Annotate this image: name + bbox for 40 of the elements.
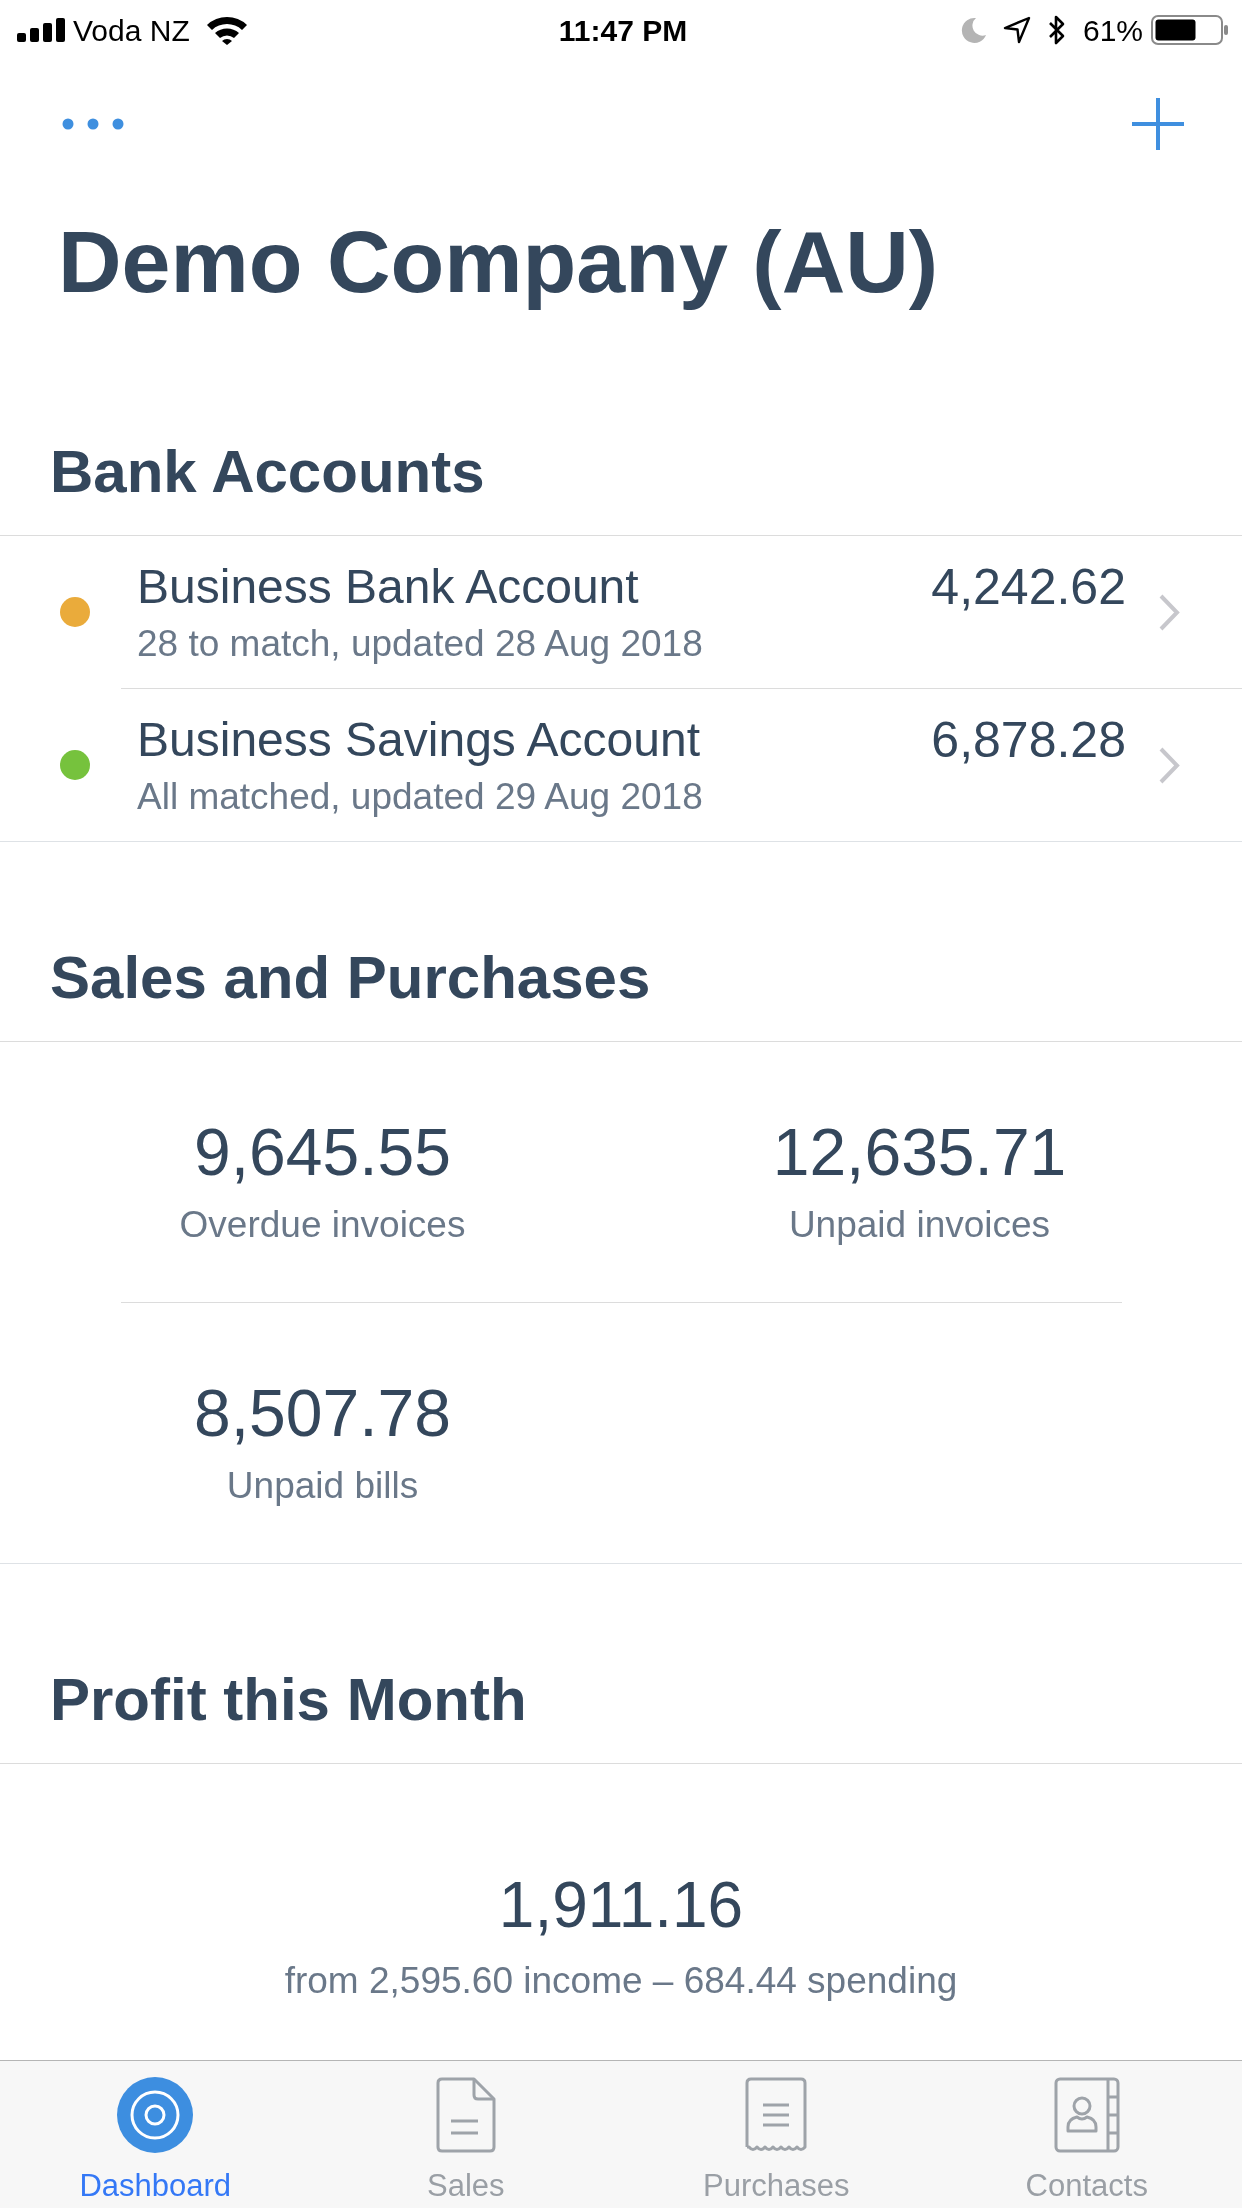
carrier-name: Voda NZ [73, 12, 190, 49]
bank-account-row[interactable]: Business Savings Account All matched, updated 29 Aug 2018 6,878.28 [0, 689, 1242, 841]
stat-amount: 9,645.55 [193, 1115, 452, 1189]
address-book-icon [1053, 2077, 1120, 2153]
stat-amount: 12,635.71 [771, 1115, 1068, 1189]
tab-button[interactable]: Purchases [621, 2061, 932, 2208]
signal-icon [17, 18, 65, 42]
account-balance: 6,878.28 [931, 711, 1126, 769]
location-arrow-icon [1002, 16, 1031, 44]
section-heading: Sales and Purchases [49, 943, 652, 1013]
account-name: Business Bank Account [137, 559, 640, 615]
stat-label: Unpaid bills [225, 1465, 420, 1507]
tab-button[interactable]: Dashboard [0, 2061, 311, 2208]
chevron-right-icon [1158, 746, 1180, 784]
battery-icon [1151, 15, 1229, 45]
tab-button[interactable]: Sales [310, 2061, 621, 2208]
status-time: 11:47 PM [558, 12, 688, 49]
bank-account-row[interactable]: Business Bank Account 28 to match, updated 28 Aug 2018 4,242.62 [0, 536, 1242, 688]
section-heading: Profit this Month [49, 1665, 528, 1735]
account-balance: 4,242.62 [931, 558, 1126, 616]
receipt-icon [745, 2077, 808, 2153]
account-status: 28 to match, updated 28 Aug 2018 [137, 622, 704, 666]
target-icon [117, 2077, 194, 2153]
account-status: All matched, updated 29 Aug 2018 [137, 775, 704, 819]
tab-button[interactable]: Contacts [931, 2061, 1242, 2208]
stat-label: Unpaid invoices [787, 1204, 1052, 1246]
bluetooth-icon [1046, 15, 1067, 45]
company-title: Demo Company (AU) [57, 212, 940, 312]
profit-amount: 1,911.16 [497, 1868, 745, 1942]
battery-percent: 61% [1082, 12, 1143, 49]
add-icon[interactable] [1132, 98, 1184, 150]
profit-breakdown: from 2,595.60 income – 684.44 spending [283, 1960, 959, 2002]
document-icon [435, 2077, 496, 2153]
stat-label: Overdue invoices [178, 1204, 467, 1246]
stat-amount: 8,507.78 [193, 1376, 452, 1450]
section-heading: Bank Accounts [49, 437, 486, 507]
account-name: Business Savings Account [137, 712, 701, 768]
more-icon[interactable] [62, 118, 124, 130]
wifi-icon [205, 15, 248, 45]
chevron-right-icon [1158, 593, 1180, 631]
